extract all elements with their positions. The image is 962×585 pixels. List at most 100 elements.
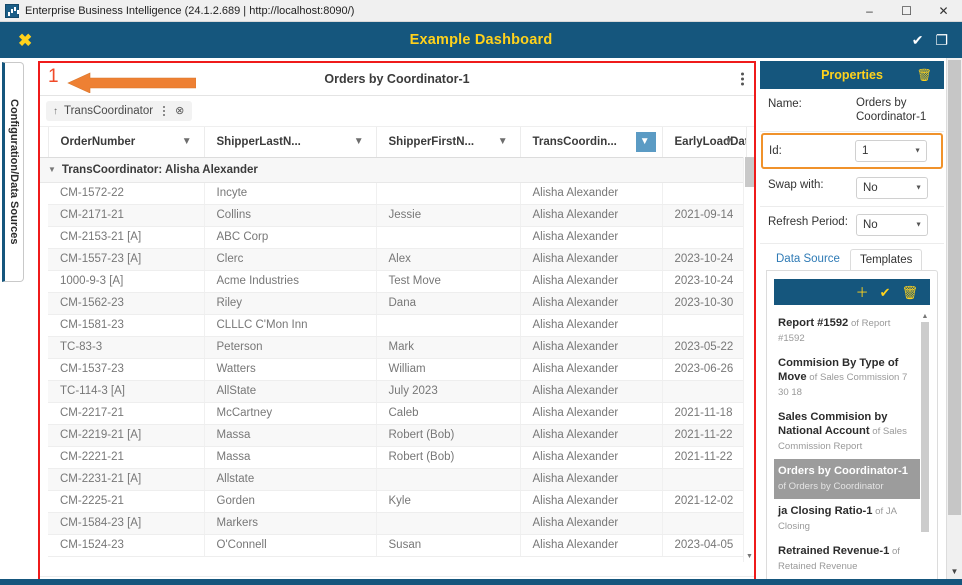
add-template-icon[interactable]: ＋	[856, 286, 869, 299]
table-cell: CM-1524-23	[48, 534, 204, 556]
table-row[interactable]: TC-83-3PetersonMarkAlisha Alexander2023-…	[40, 336, 746, 358]
list-item[interactable]: Commision By Type of Move of Sales Commi…	[774, 351, 930, 405]
table-cell: AllState	[204, 380, 376, 402]
row-indent	[40, 534, 48, 556]
table-row[interactable]: CM-2217-21McCartneyCalebAlisha Alexander…	[40, 402, 746, 424]
table-row[interactable]: CM-1524-23O'ConnellSusanAlisha Alexander…	[40, 534, 746, 556]
check-icon[interactable]: ✔	[912, 33, 924, 47]
row-indent	[40, 490, 48, 512]
column-label: OrderNumber	[61, 136, 136, 148]
table-row[interactable]: CM-1581-23CLLLC C'Mon InnAlisha Alexande…	[40, 314, 746, 336]
grid-vertical-scrollbar[interactable]: ▲ ▼	[743, 157, 754, 562]
table-cell: 2023-10-24	[662, 248, 746, 270]
close-button[interactable]: ✕	[925, 0, 962, 22]
table-cell: ABC Corp	[204, 226, 376, 248]
group-chip-menu-icon[interactable]	[163, 110, 165, 112]
filter-icon-shipperfirstname[interactable]: ▼	[494, 132, 514, 152]
properties-title: Properties	[821, 68, 883, 82]
copy-icon[interactable]: ❐	[935, 33, 948, 47]
tab-data-source[interactable]: Data Source	[766, 248, 850, 270]
table-cell	[662, 512, 746, 534]
templates-scroll-up-icon[interactable]: ▲	[920, 311, 930, 321]
id-select[interactable]: 1	[855, 140, 927, 162]
template-name: Orders by Coordinator-1	[778, 465, 908, 477]
trash-icon[interactable]: 🗑	[917, 68, 932, 82]
table-cell: Alisha Alexander	[520, 270, 662, 292]
table-cell: Alisha Alexander	[520, 336, 662, 358]
maximize-button[interactable]: ☐	[888, 0, 925, 22]
table-row[interactable]: CM-1537-23WattersWilliamAlisha Alexander…	[40, 358, 746, 380]
table-cell	[662, 380, 746, 402]
group-collapse-icon[interactable]: ▼	[48, 165, 56, 174]
table-row[interactable]: 1000-9-3 [A]Acme IndustriesTest MoveAlis…	[40, 270, 746, 292]
column-header-transcoordinator[interactable]: TransCoordin... ▼	[520, 127, 662, 157]
templates-list[interactable]: Report #1592 of Report #1592Commision By…	[774, 311, 930, 585]
table-cell: Alisha Alexander	[520, 182, 662, 204]
close-dashboard-icon[interactable]: ✖	[18, 32, 32, 49]
list-item[interactable]: Orders by Coordinator-1 of Orders by Coo…	[774, 459, 930, 499]
table-cell: Dana	[376, 292, 520, 314]
templates-scroll-thumb[interactable]	[921, 322, 929, 532]
page-vertical-scrollbar[interactable]: ▼	[946, 58, 962, 579]
table-row[interactable]: CM-1562-23RileyDanaAlisha Alexander2023-…	[40, 292, 746, 314]
table-cell: Allstate	[204, 468, 376, 490]
window-controls: – ☐ ✕	[851, 0, 962, 22]
grid-vertical-scroll-thumb[interactable]	[745, 157, 754, 187]
widget-menu-icon[interactable]	[741, 78, 744, 81]
table-cell	[376, 314, 520, 336]
list-item[interactable]: Sales Commision by National Account of S…	[774, 405, 930, 459]
list-item[interactable]: Report #1592 of Report #1592	[774, 311, 930, 351]
table-row[interactable]: CM-2153-21 [A]ABC CorpAlisha Alexander	[40, 226, 746, 248]
column-header-shipperlastname[interactable]: ShipperLastN... ▼	[204, 127, 376, 157]
table-row[interactable]: CM-1557-23 [A]ClercAlexAlisha Alexander2…	[40, 248, 746, 270]
swap-with-select-wrapper: No	[856, 177, 928, 199]
table-cell: 2021-11-18	[662, 402, 746, 424]
swap-with-select[interactable]: No	[856, 177, 928, 199]
table-row[interactable]: CM-1572-22IncyteAlisha Alexander	[40, 182, 746, 204]
group-chip-transcoordinator[interactable]: ↑ TransCoordinator ⊗	[46, 101, 192, 121]
column-label: ShipperLastN...	[217, 136, 301, 148]
table-cell: Alisha Alexander	[520, 490, 662, 512]
list-item[interactable]: Retrained Revenue-1 of Retained Revenue	[774, 539, 930, 579]
column-header-ordernumber[interactable]: OrderNumber ▼	[48, 127, 204, 157]
table-cell: Alisha Alexander	[520, 248, 662, 270]
column-header-shipperfirstname[interactable]: ShipperFirstN... ▼	[376, 127, 520, 157]
templates-toolbar: ＋ ✔ 🗑	[774, 279, 930, 305]
grid-body: ▼TransCoordinator: Alisha Alexander CM-1…	[40, 157, 746, 556]
apply-template-icon[interactable]: ✔	[880, 286, 891, 299]
filter-icon-ordernumber[interactable]: ▼	[178, 132, 198, 152]
tab-templates[interactable]: Templates	[850, 249, 922, 271]
sidebar-tab-configuration-data-sources[interactable]: Configuration/Data Sources	[2, 62, 24, 282]
page-scroll-down-icon[interactable]: ▼	[947, 563, 962, 579]
table-row[interactable]: CM-1584-23 [A]MarkersAlisha Alexander	[40, 512, 746, 534]
table-row[interactable]: TC-114-3 [A]AllStateJuly 2023Alisha Alex…	[40, 380, 746, 402]
bottom-accent-strip	[0, 579, 962, 585]
table-cell: Massa	[204, 446, 376, 468]
refresh-period-select[interactable]: No	[856, 214, 928, 236]
table-row[interactable]: CM-2225-21GordenKyleAlisha Alexander2021…	[40, 490, 746, 512]
page-scroll-thumb[interactable]	[948, 60, 961, 515]
filter-icon-transcoordinator[interactable]: ▼	[636, 132, 656, 152]
column-label: TransCoordin...	[533, 136, 617, 148]
table-row[interactable]: CM-2231-21 [A]AllstateAlisha Alexander	[40, 468, 746, 490]
table-cell: Alisha Alexander	[520, 534, 662, 556]
table-cell	[662, 468, 746, 490]
table-cell	[376, 182, 520, 204]
sort-ascending-icon[interactable]: ↑	[53, 106, 58, 117]
group-header-row[interactable]: ▼TransCoordinator: Alisha Alexander	[40, 157, 746, 182]
list-item[interactable]: ja Closing Ratio-1 of JA Closing	[774, 499, 930, 539]
table-row[interactable]: CM-2171-21CollinsJessieAlisha Alexander2…	[40, 204, 746, 226]
column-header-earlyloaddate[interactable]: EarlyLoadDate ▼	[662, 127, 746, 157]
templates-scrollbar[interactable]: ▲ ▼	[920, 311, 930, 585]
property-label-swap-with: Swap with:	[768, 177, 856, 191]
minimize-button[interactable]: –	[851, 0, 888, 22]
scroll-down-icon[interactable]: ▼	[744, 551, 754, 562]
table-row[interactable]: CM-2219-21 [A]MassaRobert (Bob)Alisha Al…	[40, 424, 746, 446]
group-chip-remove-icon[interactable]: ⊗	[175, 106, 184, 117]
table-row[interactable]: CM-2221-21MassaRobert (Bob)Alisha Alexan…	[40, 446, 746, 468]
table-cell: William	[376, 358, 520, 380]
delete-template-icon[interactable]: 🗑	[901, 286, 918, 299]
filter-icon-earlyloaddate[interactable]: ▼	[720, 132, 740, 152]
property-value-name: Orders by Coordinator-1	[856, 96, 936, 124]
filter-icon-shipperlastname[interactable]: ▼	[350, 132, 370, 152]
